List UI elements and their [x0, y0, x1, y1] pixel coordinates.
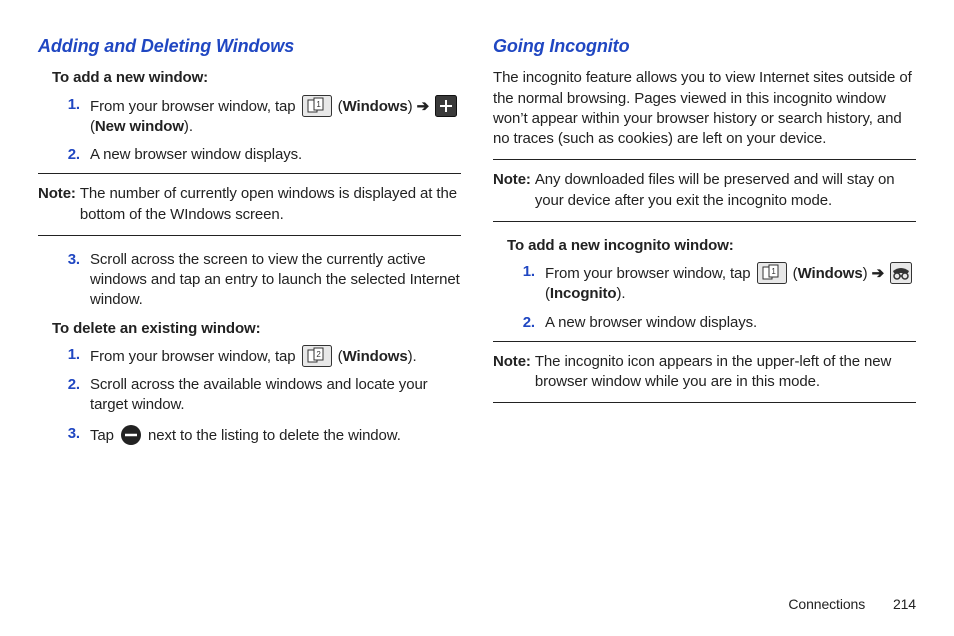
- incognito-icon: [890, 262, 912, 284]
- arrow-icon: ➔: [417, 98, 429, 115]
- step-body: From your browser window, tap 1 (Windows…: [545, 262, 916, 305]
- step-body: A new browser window displays.: [545, 313, 916, 333]
- text: Tap: [90, 427, 118, 444]
- text: ).: [184, 118, 193, 135]
- page-footer: Connections 214: [788, 595, 916, 614]
- text: ): [408, 98, 413, 115]
- step-number: 2.: [507, 313, 545, 333]
- footer-page-number: 214: [893, 596, 916, 612]
- text: From your browser window, tap: [90, 98, 300, 115]
- step-body: From your browser window, tap 1 (Windows…: [90, 95, 461, 138]
- heading-incognito: Going Incognito: [493, 34, 916, 58]
- step-item: 1. From your browser window, tap 1 (Wind: [507, 262, 916, 305]
- step-number: 1.: [52, 95, 90, 138]
- right-column: Going Incognito The incognito feature al…: [493, 34, 916, 454]
- steps-delete-window: 1. From your browser window, tap 2 (Wind: [52, 345, 461, 446]
- note-block: Note: The number of currently open windo…: [38, 173, 461, 236]
- svg-text:1: 1: [771, 267, 776, 276]
- step-item: 2. A new browser window displays.: [52, 145, 461, 165]
- note-text: The incognito icon appears in the upper-…: [535, 352, 916, 393]
- manual-page: Adding and Deleting Windows To add a new…: [0, 0, 954, 636]
- note-block: Note: The incognito icon appears in the …: [493, 341, 916, 404]
- label-windows: Windows: [798, 265, 863, 282]
- windows-1-icon: 1: [302, 95, 332, 117]
- note-text: Any downloaded files will be preserved a…: [535, 170, 916, 211]
- step-body: Tap next to the listing to delete the wi…: [90, 424, 461, 446]
- step-item: 1. From your browser window, tap 2 (Wind: [52, 345, 461, 367]
- note-label: Note:: [38, 184, 80, 225]
- steps-add-window: 1. From your browser window, tap 1 (Wind: [52, 95, 461, 166]
- step-number: 2.: [52, 375, 90, 416]
- subhead-add-incognito: To add a new incognito window:: [507, 236, 916, 256]
- heading-adding-deleting: Adding and Deleting Windows: [38, 34, 461, 58]
- step-body: Scroll across the screen to view the cur…: [90, 250, 461, 311]
- svg-text:1: 1: [316, 100, 321, 109]
- delete-circle-icon: [120, 424, 142, 446]
- text: ).: [408, 348, 417, 365]
- step-number: 3.: [52, 250, 90, 311]
- note-block: Note: Any downloaded files will be prese…: [493, 159, 916, 222]
- footer-section: Connections: [788, 596, 865, 612]
- step-item: 2. Scroll across the available windows a…: [52, 375, 461, 416]
- step-body: From your browser window, tap 2 (Windows…: [90, 345, 461, 367]
- left-column: Adding and Deleting Windows To add a new…: [38, 34, 461, 454]
- steps-add-window-cont: 3. Scroll across the screen to view the …: [52, 250, 461, 311]
- step-item: 3. Tap next to the listing to delete the…: [52, 424, 461, 446]
- paragraph: The incognito feature allows you to view…: [493, 68, 916, 149]
- arrow-icon: ➔: [872, 265, 884, 282]
- note-label: Note:: [493, 170, 535, 211]
- text: From your browser window, tap: [545, 265, 755, 282]
- label-windows: Windows: [343, 348, 408, 365]
- windows-2-icon: 2: [302, 345, 332, 367]
- step-body: Scroll across the available windows and …: [90, 375, 461, 416]
- windows-1-icon: 1: [757, 262, 787, 284]
- step-number: 3.: [52, 424, 90, 446]
- step-item: 3. Scroll across the screen to view the …: [52, 250, 461, 311]
- step-number: 2.: [52, 145, 90, 165]
- subhead-add-window: To add a new window:: [52, 68, 461, 88]
- text: ): [863, 265, 868, 282]
- svg-text:2: 2: [316, 350, 321, 359]
- step-number: 1.: [52, 345, 90, 367]
- step-body: A new browser window displays.: [90, 145, 461, 165]
- step-number: 1.: [507, 262, 545, 305]
- text: From your browser window, tap: [90, 348, 300, 365]
- note-label: Note:: [493, 352, 535, 393]
- subhead-delete-window: To delete an existing window:: [52, 319, 461, 339]
- label-new-window: New window: [95, 118, 184, 135]
- text: next to the listing to delete the window…: [148, 427, 401, 444]
- label-windows: Windows: [343, 98, 408, 115]
- text: ).: [617, 285, 626, 302]
- note-text: The number of currently open windows is …: [80, 184, 461, 225]
- steps-add-incognito: 1. From your browser window, tap 1 (Wind: [507, 262, 916, 333]
- step-item: 1. From your browser window, tap 1 (Wind: [52, 95, 461, 138]
- step-item: 2. A new browser window displays.: [507, 313, 916, 333]
- label-incognito: Incognito: [550, 285, 617, 302]
- plus-icon: [435, 95, 457, 117]
